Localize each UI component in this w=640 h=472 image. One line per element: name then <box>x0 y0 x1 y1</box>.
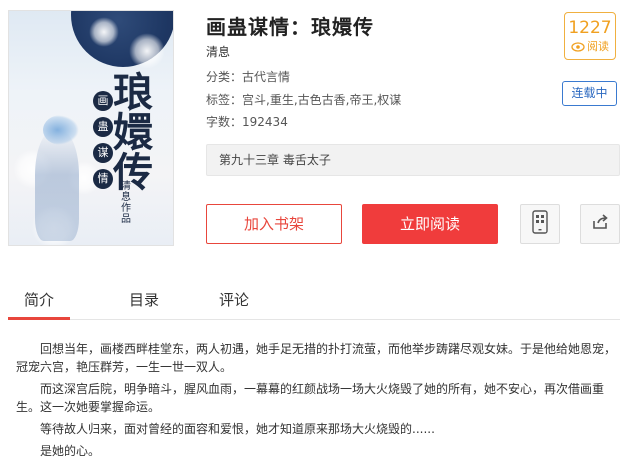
book-title: 画蛊谋情：琅嬛传 <box>206 15 374 39</box>
book-cover[interactable]: 琅 嬛 传 画 蛊 谋 情 清息作品 <box>8 10 174 246</box>
category-label: 分类： <box>206 70 243 84</box>
cover-figure <box>35 131 79 241</box>
latest-chapter-link[interactable]: 第九十三章 毒舌太子 <box>206 144 620 176</box>
word-count-row: 字数：192434 <box>206 113 288 130</box>
synopsis: 回想当年，画楼西畔桂堂东，两人初遇，她手足无措的扑打流萤，而他举步踌躇尽观女妹。… <box>16 340 620 464</box>
mobile-read-button[interactable] <box>520 204 560 244</box>
share-icon <box>591 213 609 235</box>
read-count-label: 阅读 <box>587 40 609 53</box>
tags-row: 标签：宫斗,重生,古色古香,帝王,权谋 <box>206 91 401 108</box>
read-now-button[interactable]: 立即阅读 <box>362 204 498 244</box>
cover-seal-column: 画 蛊 谋 情 <box>93 91 113 189</box>
add-to-shelf-button[interactable]: 加入书架 <box>206 204 342 244</box>
cover-title-art: 琅 嬛 传 <box>113 69 153 196</box>
tab-comments[interactable]: 评论 <box>206 282 262 320</box>
synopsis-paragraph: 回想当年，画楼西畔桂堂东，两人初遇，她手足无措的扑打流萤，而他举步踌躇尽观女妹。… <box>16 342 617 374</box>
detail-tabs: 简介 目录 评论 <box>8 282 620 320</box>
share-button[interactable] <box>580 204 620 244</box>
tab-intro[interactable]: 简介 <box>8 282 70 320</box>
tab-catalog[interactable]: 目录 <box>116 282 172 320</box>
cover-blossom <box>89 17 119 47</box>
read-count-badge: 1227 阅读 <box>564 12 616 60</box>
book-author[interactable]: 清息 <box>206 43 230 60</box>
status-badge: 连载中 <box>562 81 617 106</box>
category-row: 分类：古代言情 <box>206 68 290 85</box>
synopsis-paragraph: 是她的心。 <box>40 444 101 458</box>
category-value[interactable]: 古代言情 <box>242 70 290 84</box>
synopsis-paragraph: 等待故人归来，面对曾经的面容和爱恨，她才知道原来那场大火烧毁的...... <box>40 422 435 436</box>
read-count: 1227 <box>568 18 612 38</box>
cover-author-art: 清息作品 <box>121 181 131 225</box>
cover-blossom <box>129 33 165 69</box>
mobile-qr-icon <box>532 210 548 238</box>
word-count-value: 192434 <box>242 115 288 129</box>
tags-label: 标签： <box>206 93 243 107</box>
eye-icon <box>571 42 585 52</box>
cover-butterfly <box>43 115 79 145</box>
synopsis-paragraph: 而这深宫后院，明争暗斗，腥风血雨，一幕幕的红颜战场一场大火烧毁了她的所有，她不安… <box>16 382 605 414</box>
word-count-label: 字数： <box>206 115 243 129</box>
tags-value: 宫斗,重生,古色古香,帝王,权谋 <box>242 93 402 107</box>
